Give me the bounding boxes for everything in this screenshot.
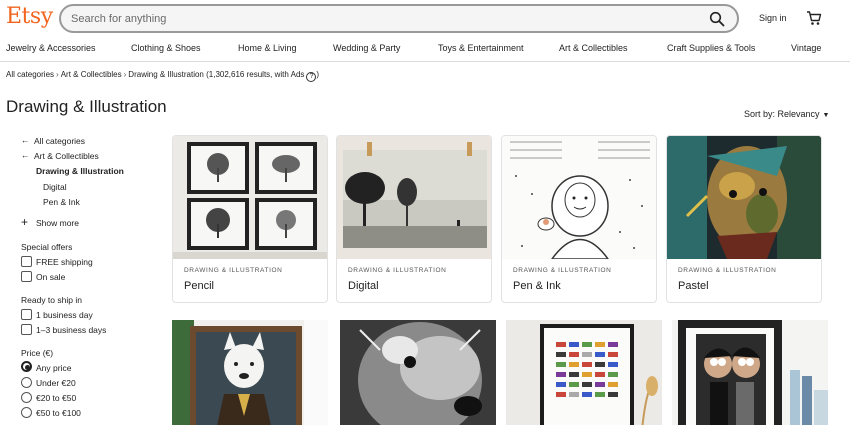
breadcrumb-root[interactable]: All categories: [6, 70, 54, 79]
card-kicker: DRAWING & ILLUSTRATION: [513, 267, 612, 274]
category-card-pencil[interactable]: DRAWING & ILLUSTRATION Pencil: [172, 135, 328, 303]
card-title: Digital: [348, 280, 379, 292]
card-image-digital: [337, 136, 491, 259]
on-sale-label[interactable]: On sale: [36, 272, 65, 282]
one-three-days-checkbox[interactable]: [21, 324, 32, 335]
category-link[interactable]: Craft Supplies & Tools: [667, 43, 755, 53]
sort-dropdown[interactable]: Sort by: Relevancy ▼: [744, 109, 829, 119]
one-day-label[interactable]: 1 business day: [36, 310, 93, 320]
price-any-label[interactable]: Any price: [36, 363, 71, 373]
price-50-100-radio[interactable]: [21, 407, 32, 418]
card-title: Pen & Ink: [513, 280, 561, 292]
special-offers-heading: Special offers: [21, 242, 73, 252]
sort-label: Sort by: Relevancy: [744, 109, 820, 119]
site-header: Etsy Sign in: [0, 0, 850, 38]
sign-in-link[interactable]: Sign in: [759, 13, 787, 23]
sidebar-current-category: Drawing & Illustration: [36, 166, 124, 176]
price-any-radio[interactable]: [21, 361, 32, 372]
results-close-paren: ): [316, 70, 320, 79]
listing-image[interactable]: [672, 320, 828, 425]
ready-to-ship-heading: Ready to ship in: [21, 295, 82, 305]
help-icon[interactable]: ?: [306, 72, 317, 82]
sidebar-subcat-pen-ink[interactable]: Pen & Ink: [43, 197, 80, 207]
price-heading: Price (€): [21, 348, 54, 358]
card-image-pastel: [667, 136, 821, 259]
arrow-left-icon: ←: [21, 150, 30, 160]
chevron-right-icon: ›: [56, 70, 59, 79]
show-more-link[interactable]: Show more: [36, 218, 79, 228]
search-bar[interactable]: [59, 4, 739, 33]
price-20-50-radio[interactable]: [21, 392, 32, 403]
sidebar-link-art-collectibles[interactable]: Art & Collectibles: [34, 151, 99, 161]
price-under-20-radio[interactable]: [21, 377, 32, 388]
category-card-pastel[interactable]: DRAWING & ILLUSTRATION Pastel: [666, 135, 822, 303]
free-shipping-label[interactable]: FREE shipping: [36, 257, 93, 267]
caret-down-icon: ▼: [822, 112, 830, 119]
card-title: Pencil: [184, 280, 214, 292]
price-20-50-label[interactable]: €20 to €50: [36, 393, 76, 403]
card-image-pen-ink: [502, 136, 656, 259]
card-title: Pastel: [678, 280, 709, 292]
category-link[interactable]: Art & Collectibles: [559, 43, 628, 53]
search-input[interactable]: [71, 10, 691, 28]
card-image-pencil: [173, 136, 327, 259]
sidebar-link-all-categories[interactable]: All categories: [34, 136, 85, 146]
search-icon[interactable]: [709, 11, 725, 27]
price-50-100-label[interactable]: €50 to €100: [36, 408, 81, 418]
chevron-right-icon: ›: [123, 70, 127, 79]
breadcrumb: All categories › Art & Collectibles › Drawin…: [6, 70, 319, 82]
category-card-pen-ink[interactable]: DRAWING & ILLUSTRATION Pen & Ink: [501, 135, 657, 303]
category-link[interactable]: Jewelry & Accessories: [6, 43, 96, 53]
plus-icon[interactable]: +: [21, 215, 28, 229]
listing-image[interactable]: [340, 320, 496, 425]
card-kicker: DRAWING & ILLUSTRATION: [348, 267, 447, 274]
category-link[interactable]: Clothing & Shoes: [131, 43, 201, 53]
cart-icon[interactable]: [806, 10, 822, 26]
sidebar-subcat-digital[interactable]: Digital: [43, 182, 67, 192]
one-day-checkbox[interactable]: [21, 309, 32, 320]
category-link[interactable]: Vintage: [791, 43, 821, 53]
etsy-logo[interactable]: Etsy: [6, 4, 53, 29]
free-shipping-checkbox[interactable]: [21, 256, 32, 267]
listing-image[interactable]: [172, 320, 328, 425]
one-three-days-label[interactable]: 1–3 business days: [36, 325, 106, 335]
category-nav: Jewelry & Accessories Clothing & Shoes H…: [0, 38, 850, 62]
breadcrumb-parent[interactable]: Art & Collectibles: [61, 70, 122, 79]
breadcrumb-current: Drawing & Illustration: [128, 70, 204, 79]
results-count: (1,302,616 results, with Ads: [206, 70, 305, 79]
category-link[interactable]: Home & Living: [238, 43, 297, 53]
card-kicker: DRAWING & ILLUSTRATION: [184, 267, 283, 274]
card-kicker: DRAWING & ILLUSTRATION: [678, 267, 777, 274]
arrow-left-icon: ←: [21, 135, 30, 145]
page-title: Drawing & Illustration: [6, 97, 167, 116]
price-under-20-label[interactable]: Under €20: [36, 378, 76, 388]
category-link[interactable]: Wedding & Party: [333, 43, 400, 53]
category-link[interactable]: Toys & Entertainment: [438, 43, 524, 53]
on-sale-checkbox[interactable]: [21, 271, 32, 282]
category-card-digital[interactable]: DRAWING & ILLUSTRATION Digital: [336, 135, 492, 303]
listing-image[interactable]: [506, 320, 662, 425]
